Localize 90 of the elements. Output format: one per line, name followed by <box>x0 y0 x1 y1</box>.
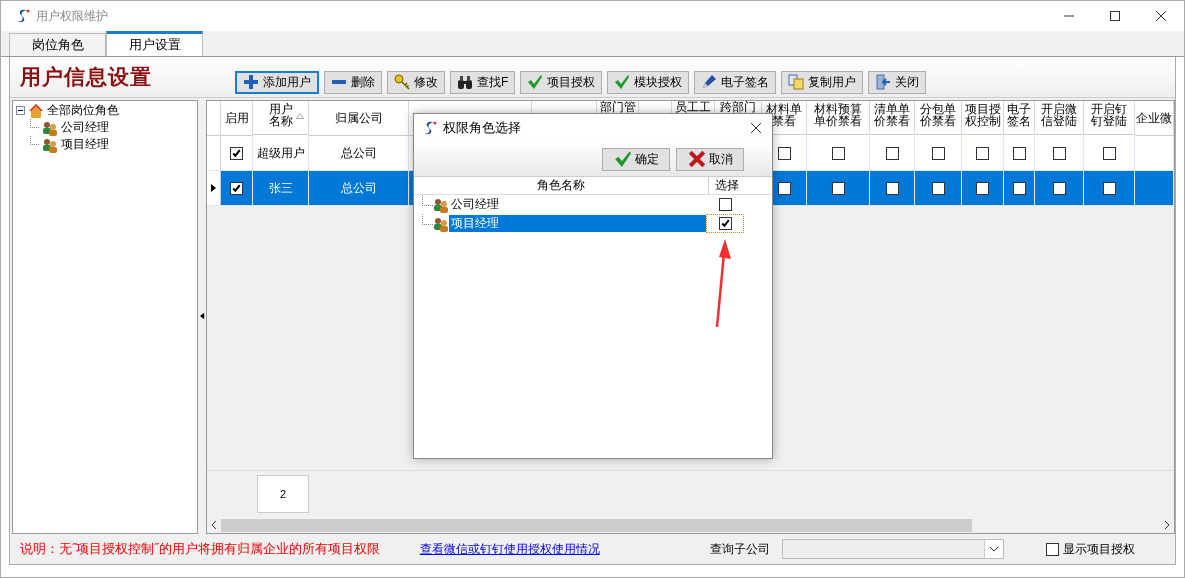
checkbox[interactable] <box>976 181 989 195</box>
tree-item[interactable]: 全部岗位角色 <box>47 102 119 119</box>
checkmark-icon <box>613 150 632 168</box>
scroll-right-icon[interactable] <box>1164 521 1170 529</box>
role-name[interactable]: 项目经理 <box>449 215 706 232</box>
dialog-button[interactable]: 取消 <box>676 147 744 171</box>
pen-icon <box>701 74 718 90</box>
checkbox[interactable] <box>931 146 945 160</box>
checkbox[interactable] <box>976 146 989 160</box>
checkmark-icon <box>614 74 631 90</box>
toolbar-button[interactable]: 电子签名 <box>694 70 777 94</box>
table-cell: 总公司 <box>340 179 377 197</box>
scroll-left-icon[interactable] <box>211 521 217 529</box>
column-header[interactable]: 材料预算 单价禁看 <box>807 101 870 135</box>
tree-item[interactable]: 公司经理 <box>61 119 109 136</box>
checkbox[interactable] <box>885 181 899 195</box>
dialog-button[interactable]: 确定 <box>602 147 670 171</box>
column-header[interactable]: 开启微 信登陆 <box>1035 101 1084 135</box>
tab[interactable]: 岗位角色 <box>9 33 106 56</box>
column-header[interactable]: 启用 <box>221 101 253 136</box>
column-header[interactable]: 归属公司 <box>309 101 409 136</box>
cross-icon <box>687 150 706 168</box>
page-title: 用户信息设置 <box>20 63 153 91</box>
horizontal-scrollbar[interactable] <box>207 517 1174 533</box>
column-header[interactable]: 清单单 价禁看 <box>870 101 915 135</box>
collapse-icon[interactable] <box>16 106 25 115</box>
toolbar-button[interactable]: 修改 <box>387 70 445 94</box>
checkbox[interactable] <box>1046 542 1059 556</box>
people-icon <box>433 215 449 232</box>
checkbox[interactable] <box>885 146 899 160</box>
maximize-icon[interactable] <box>1109 10 1121 22</box>
note-text: 说明：无˝项目授权控制˝的用户将拥有归属企业的所有项目权限 <box>20 540 380 558</box>
house-icon <box>28 102 44 119</box>
table-cell: 张三 <box>268 179 293 197</box>
column-header[interactable]: 分包单 价禁看 <box>915 101 962 135</box>
checkbox[interactable] <box>718 198 732 211</box>
checkbox[interactable] <box>777 146 791 160</box>
checkbox[interactable] <box>831 181 845 195</box>
people-icon <box>42 119 58 136</box>
role-name[interactable]: 公司经理 <box>449 196 706 213</box>
checkbox[interactable] <box>831 146 845 160</box>
key-icon <box>394 74 410 90</box>
toolbar-button[interactable]: 复制用户 <box>781 70 864 94</box>
checkbox[interactable] <box>1052 146 1066 160</box>
table-cell: 超级用户 <box>256 144 305 162</box>
checkbox-label[interactable]: 显示项目授权 <box>1063 540 1135 558</box>
checkbox[interactable] <box>1102 181 1116 195</box>
toolbar-button[interactable]: 添加用户 <box>235 70 319 94</box>
toolbar-button[interactable]: 模块授权 <box>607 70 690 94</box>
checkbox[interactable] <box>718 217 732 230</box>
column-header[interactable]: 电子 签名 <box>1004 101 1035 135</box>
binoculars-icon <box>457 74 473 90</box>
toolbar-button[interactable]: 删除 <box>324 70 382 94</box>
checkmark-icon <box>527 74 544 90</box>
checkbox[interactable] <box>931 181 945 195</box>
summary-cell: 2 <box>257 475 309 513</box>
chevron-down-icon <box>989 546 999 552</box>
tree-item[interactable]: 项目经理 <box>61 136 109 153</box>
tab[interactable]: 用户设置 <box>106 31 203 56</box>
people-icon <box>433 196 449 213</box>
door-icon <box>875 74 892 90</box>
filter-label: 查询子公司 <box>710 540 770 558</box>
plus-icon <box>243 74 259 90</box>
dialog-title: 权限角色选择 <box>443 119 521 137</box>
people-icon <box>42 136 58 153</box>
column-header[interactable]: 项目授 权控制 <box>962 101 1004 135</box>
copy-icon <box>788 74 805 90</box>
checkbox[interactable] <box>1102 146 1116 160</box>
checkbox[interactable] <box>1012 146 1026 160</box>
usage-link[interactable]: 查看微信或钉钉使用授权使用情况 <box>419 540 600 558</box>
row-header[interactable] <box>207 171 221 206</box>
app-logo-icon <box>15 8 31 24</box>
checkbox[interactable] <box>777 181 791 195</box>
close-icon[interactable] <box>750 122 762 134</box>
checkbox[interactable] <box>230 146 243 160</box>
column-header[interactable]: 角色名称 <box>414 177 709 194</box>
column-header[interactable]: 企业微 <box>1135 101 1174 136</box>
toolbar-button[interactable]: 查找F <box>450 70 516 94</box>
close-icon[interactable] <box>1155 10 1167 22</box>
checkbox[interactable] <box>1012 181 1026 195</box>
checkbox[interactable] <box>230 181 243 195</box>
toolbar-button[interactable]: 项目授权 <box>520 70 603 94</box>
column-header[interactable]: 选择 <box>709 177 745 194</box>
toolbar-button[interactable]: 关闭 <box>868 70 927 94</box>
table-cell: 总公司 <box>340 144 377 162</box>
column-header[interactable]: 开启钉 钉登陆 <box>1084 101 1135 135</box>
app-logo-icon <box>422 120 438 136</box>
window-title: 用户权限维护 <box>36 7 108 25</box>
column-header[interactable]: 用户 名称 <box>253 101 309 135</box>
checkbox[interactable] <box>1052 181 1066 195</box>
